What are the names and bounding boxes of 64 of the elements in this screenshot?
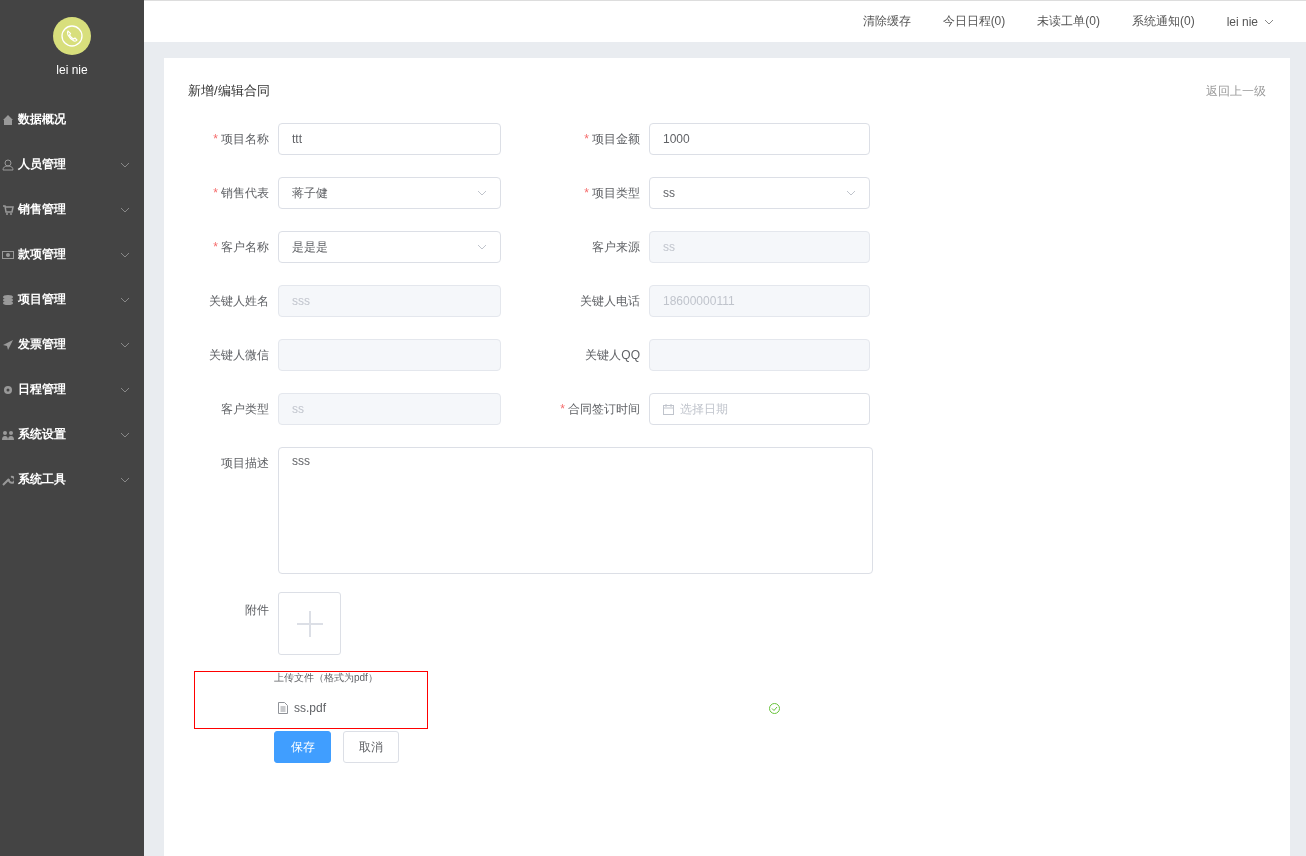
file-link[interactable]: ss.pdf [294,701,763,715]
sidebar-item[interactable]: 系统工具 [0,457,144,502]
chevron-icon [120,341,130,348]
chevron-icon [120,431,130,438]
sidebar-item[interactable]: 项目管理 [0,277,144,322]
field-label: 关键人QQ [584,346,640,364]
select-field[interactable]: ss [649,177,870,209]
menu-icon [2,158,14,171]
cancel-button[interactable]: 取消 [343,731,399,763]
upload-hint: 上传文件（格式为pdf） [274,671,379,685]
menu-icon [2,428,14,441]
header-link[interactable]: 系统通知(0) [1131,13,1195,30]
menu-icon [2,293,14,306]
field-label: * 项目名称 [212,130,269,148]
avatar-icon [53,17,91,55]
user-menu[interactable]: lei nie [1226,14,1258,29]
field-label: * 项目类型 [583,184,640,202]
select-field[interactable]: 蒋子健 [278,177,501,209]
user-name: lei nie [55,63,89,77]
field-label: * 销售代表 [212,184,269,202]
header-link[interactable]: 今日日程(0) [942,13,1006,30]
calendar-icon [663,403,674,415]
field-label: * 项目金额 [583,130,640,148]
field-label: 关键人姓名 [208,292,269,310]
chevron-icon [120,296,130,303]
text-input[interactable]: 1000 [649,123,870,155]
chevron-icon [120,386,130,393]
plus-icon [296,610,323,637]
sidebar-item[interactable]: 人员管理 [0,142,144,187]
sidebar-item[interactable]: 日程管理 [0,367,144,412]
caret-icon [846,190,856,196]
menu-icon [2,338,14,351]
select-field[interactable]: 是是是 [278,231,501,263]
chevron-icon [120,251,130,258]
chevron-icon [120,476,130,483]
field-label: * 合同签订时间 [559,400,640,418]
menu-icon [2,113,14,126]
upload-button[interactable] [278,592,341,655]
chevron-icon [1264,18,1274,25]
header-link[interactable]: 未读工单(0) [1037,13,1100,30]
field-label: 项目描述 [220,455,269,472]
field-label: 附件 [244,602,269,619]
menu-icon [2,248,14,261]
chevron-icon [120,206,130,213]
page-title: 新增/编辑合同 [188,82,270,100]
field-label: 关键人电话 [579,292,640,310]
field-label: * 客户名称 [212,238,269,256]
sidebar-item[interactable]: 款项管理 [0,232,144,277]
menu-icon [2,203,14,216]
header-link[interactable]: 清除缓存 [862,13,911,30]
field-label: 客户来源 [591,238,640,256]
caret-icon [477,190,487,196]
menu-icon [2,473,14,486]
sidebar-item[interactable]: 发票管理 [0,322,144,367]
caret-icon [477,244,487,250]
text-input[interactable]: ttt [278,123,501,155]
sidebar-item[interactable]: 系统设置 [0,412,144,457]
field-label: 关键人微信 [208,346,269,364]
sidebar-item[interactable]: 数据概况 [0,97,144,142]
sidebar-item[interactable]: 销售管理 [0,187,144,232]
chevron-icon [120,161,130,168]
description-textarea[interactable]: sss [278,447,873,574]
field-label: 客户类型 [220,400,269,418]
document-icon [278,702,288,714]
